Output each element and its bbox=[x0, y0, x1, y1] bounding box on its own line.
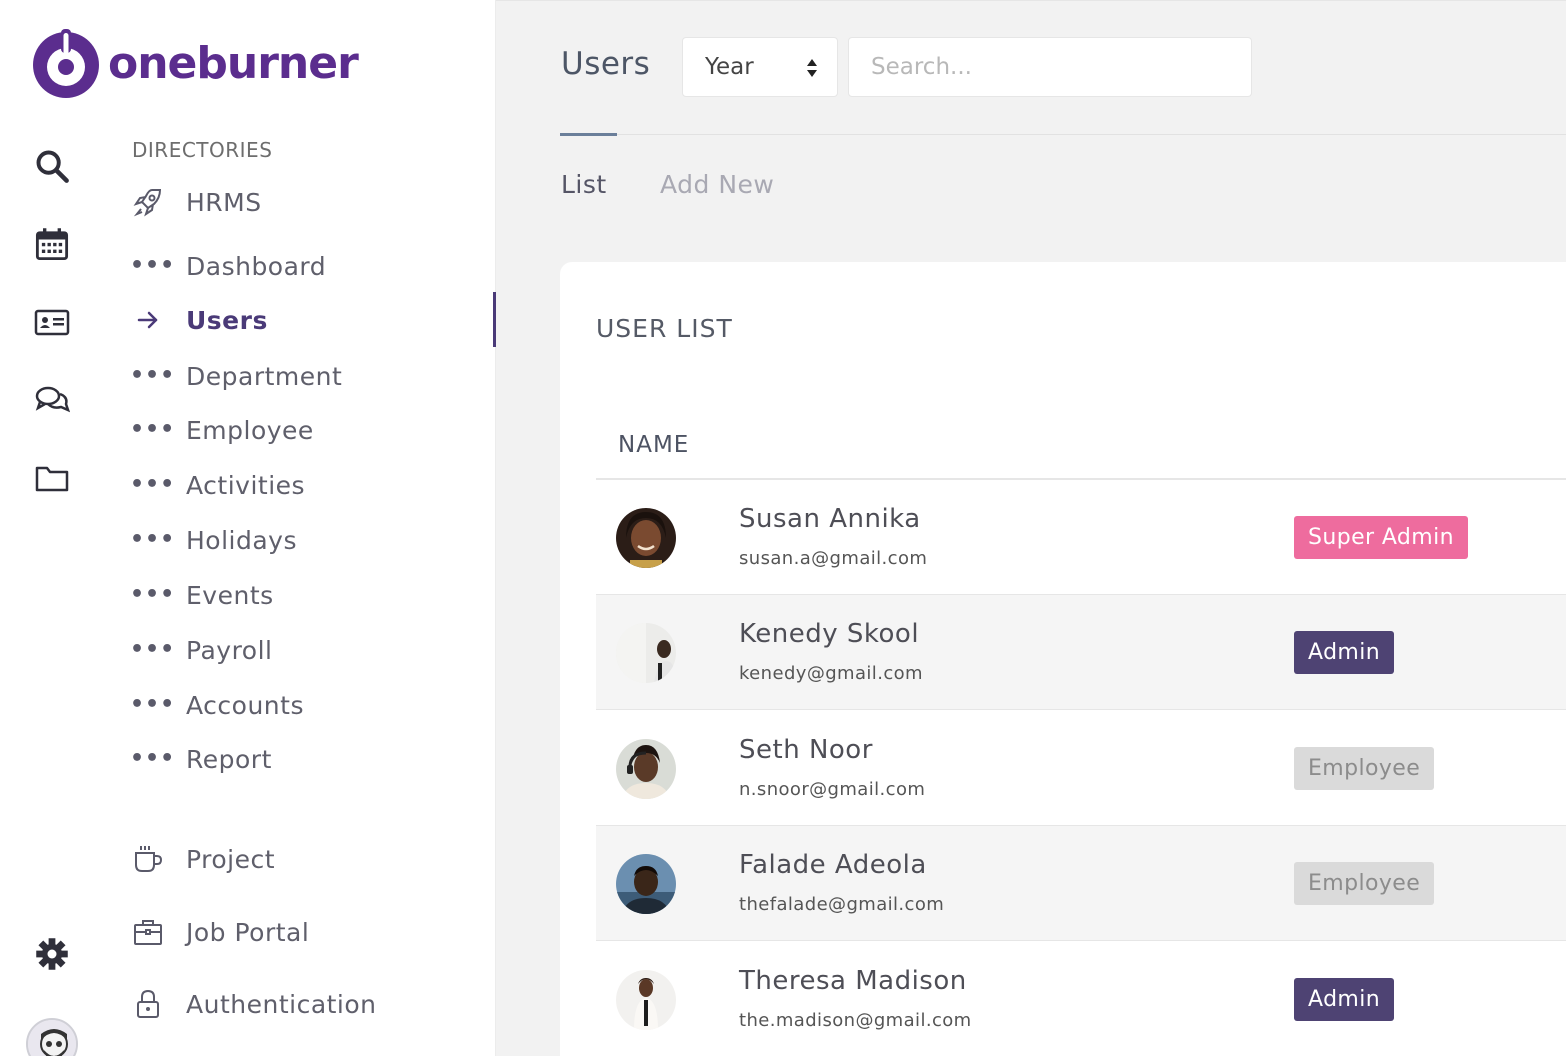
sidebar-item-label: Department bbox=[186, 361, 343, 391]
user-email: thefalade@gmail.com bbox=[739, 894, 945, 915]
table-row[interactable]: Seth Noor n.snoor@gmail.com Employee bbox=[596, 711, 1566, 826]
user-avatar bbox=[616, 854, 676, 914]
table-row[interactable]: Falade Adeola thefalade@gmail.com Employ… bbox=[596, 826, 1566, 941]
user-avatar bbox=[616, 623, 676, 683]
user-email: the.madison@gmail.com bbox=[739, 1010, 972, 1031]
settings-icon[interactable] bbox=[32, 934, 72, 974]
role-badge: Super Admin bbox=[1294, 516, 1468, 559]
folder-icon[interactable] bbox=[32, 458, 72, 498]
directories-label: DIRECTORIES bbox=[132, 138, 273, 162]
card-title: USER LIST bbox=[596, 314, 733, 343]
sidebar-item-label: Holidays bbox=[186, 525, 297, 555]
column-header-name: NAME bbox=[618, 432, 690, 458]
user-name: Kenedy Skool bbox=[739, 619, 920, 649]
briefcase-icon bbox=[130, 914, 166, 950]
dots-icon: ••• bbox=[130, 746, 176, 771]
sidebar-item-project[interactable]: Project bbox=[130, 839, 275, 879]
sidebar-item-authentication[interactable]: Authentication bbox=[130, 984, 377, 1024]
sidebar-item-events[interactable]: ••• Events bbox=[130, 575, 274, 615]
chat-icon[interactable] bbox=[32, 380, 72, 420]
sidebar-item-activities[interactable]: ••• Activities bbox=[130, 465, 305, 505]
dots-icon: ••• bbox=[130, 417, 176, 442]
sidebar-item-job-portal[interactable]: Job Portal bbox=[130, 912, 309, 952]
search-icon[interactable] bbox=[32, 146, 72, 186]
sidebar-item-label: Report bbox=[186, 744, 272, 774]
user-email: kenedy@gmail.com bbox=[739, 663, 923, 684]
sidebar-item-accounts[interactable]: ••• Accounts bbox=[130, 685, 304, 725]
user-name: Falade Adeola bbox=[739, 850, 927, 880]
sidebar-item-label: Events bbox=[186, 580, 274, 610]
table-row[interactable]: Theresa Madison the.madison@gmail.com Ad… bbox=[596, 942, 1566, 1056]
sidebar-item-label: Employee bbox=[186, 415, 314, 445]
role-badge: Admin bbox=[1294, 631, 1395, 674]
mug-icon bbox=[130, 841, 166, 877]
table-row[interactable]: Susan Annika susan.a@gmail.com Super Adm… bbox=[596, 480, 1566, 595]
search-input[interactable] bbox=[848, 37, 1252, 97]
role-badge: Employee bbox=[1294, 862, 1435, 905]
sidebar-item-report[interactable]: ••• Report bbox=[130, 739, 272, 779]
brand-name: oneburner bbox=[108, 37, 359, 89]
dots-icon: ••• bbox=[130, 253, 176, 278]
sidebar-item-department[interactable]: ••• Department bbox=[130, 356, 342, 396]
active-tab-underline bbox=[560, 133, 617, 136]
sidebar-item-users[interactable]: Users bbox=[130, 300, 268, 340]
tab-add-new[interactable]: Add New bbox=[660, 170, 774, 199]
period-select-value: Year bbox=[705, 54, 754, 80]
sidebar-item-label: Project bbox=[186, 844, 276, 874]
user-avatar bbox=[616, 739, 676, 799]
dots-icon: ••• bbox=[130, 363, 176, 388]
page-title: Users bbox=[561, 46, 651, 82]
sort-arrows-icon bbox=[807, 59, 817, 77]
role-badge: Admin bbox=[1294, 978, 1395, 1021]
role-badge: Employee bbox=[1294, 747, 1435, 790]
sidebar-item-label: Authentication bbox=[186, 989, 377, 1019]
sidebar-item-label: Job Portal bbox=[186, 917, 310, 947]
sidebar-item-label: Users bbox=[186, 305, 268, 335]
sidebar-item-holidays[interactable]: ••• Holidays bbox=[130, 520, 297, 560]
table-row[interactable]: Kenedy Skool kenedy@gmail.com Admin bbox=[596, 595, 1566, 710]
user-name: Seth Noor bbox=[739, 735, 873, 765]
dots-icon: ••• bbox=[130, 692, 176, 717]
tabs-divider bbox=[560, 134, 1566, 135]
logo-icon bbox=[33, 29, 99, 98]
user-email: susan.a@gmail.com bbox=[739, 548, 928, 569]
dots-icon: ••• bbox=[130, 637, 176, 662]
dots-icon: ••• bbox=[130, 472, 176, 497]
sidebar-item-label: Activities bbox=[186, 470, 306, 500]
sidebar-item-label: Dashboard bbox=[186, 251, 327, 281]
current-user-avatar[interactable] bbox=[26, 1018, 78, 1056]
user-email: n.snoor@gmail.com bbox=[739, 779, 926, 800]
id-card-icon[interactable] bbox=[32, 302, 72, 342]
user-avatar bbox=[616, 970, 676, 1030]
brand-logo[interactable]: oneburner bbox=[30, 26, 359, 100]
lock-icon bbox=[130, 986, 166, 1022]
sidebar-item-label: Accounts bbox=[186, 690, 304, 720]
dots-icon: ••• bbox=[130, 527, 176, 552]
arrow-right-icon bbox=[130, 302, 166, 338]
user-avatar bbox=[616, 508, 676, 568]
active-indicator bbox=[493, 292, 496, 347]
sidebar-item-label: Payroll bbox=[186, 635, 273, 665]
sidebar-item-employee[interactable]: ••• Employee bbox=[130, 410, 314, 450]
user-name: Theresa Madison bbox=[739, 966, 967, 996]
sidebar-item-dashboard[interactable]: ••• Dashboard bbox=[130, 246, 326, 286]
dots-icon: ••• bbox=[130, 582, 176, 607]
sidebar: oneburner DIRECTORIES HRMS ••• Dashboard… bbox=[0, 0, 496, 1056]
sidebar-item-hrms[interactable]: HRMS bbox=[130, 182, 262, 222]
sidebar-item-label: HRMS bbox=[186, 187, 262, 217]
rocket-icon bbox=[130, 184, 166, 220]
calendar-icon[interactable] bbox=[32, 224, 72, 264]
tab-list[interactable]: List bbox=[561, 170, 607, 199]
user-name: Susan Annika bbox=[739, 504, 921, 534]
sidebar-item-payroll[interactable]: ••• Payroll bbox=[130, 630, 272, 670]
period-select[interactable]: Year bbox=[682, 37, 838, 97]
